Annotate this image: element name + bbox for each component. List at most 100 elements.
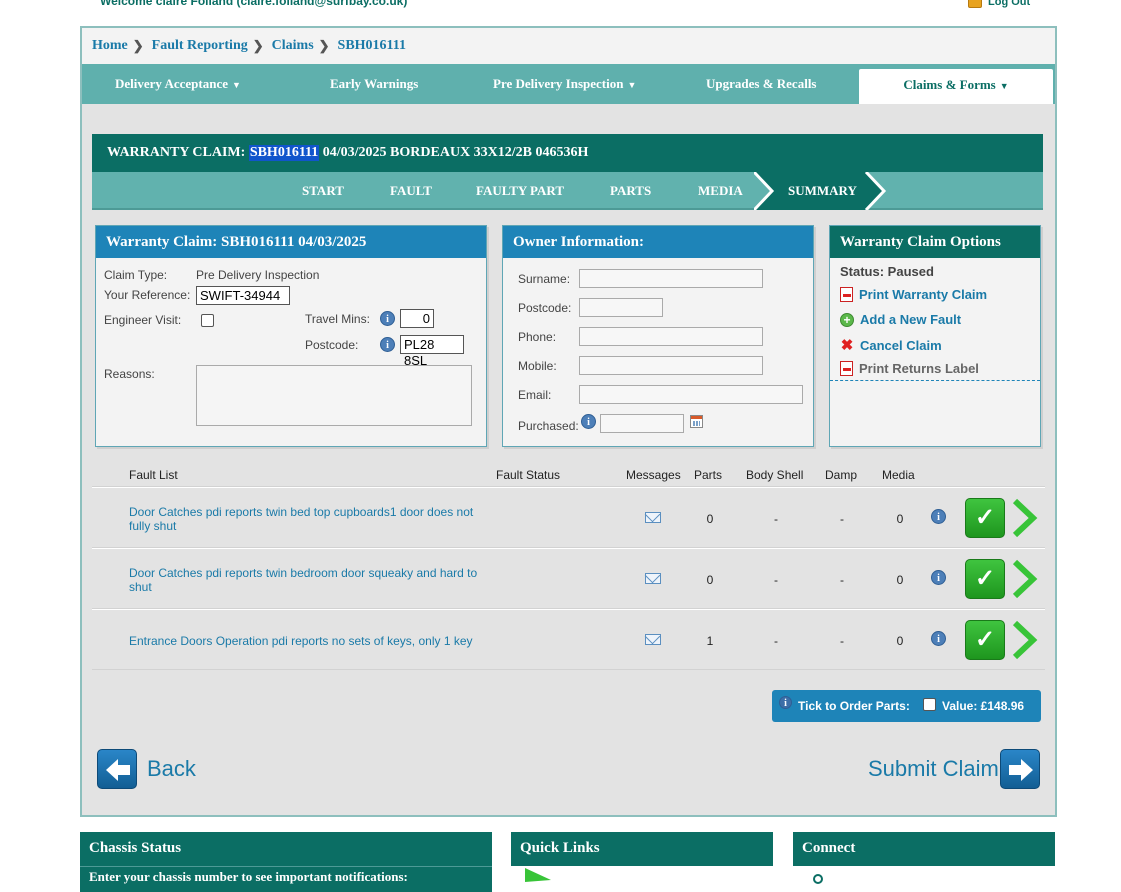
nav-pre-delivery-inspection[interactable]: Pre Delivery Inspection ▼ bbox=[493, 76, 636, 92]
header-messages: Messages bbox=[626, 468, 681, 482]
breadcrumb-fault-reporting[interactable]: Fault Reporting bbox=[152, 38, 248, 54]
owner-panel-title: Owner Information: bbox=[503, 226, 813, 258]
fault-description-link[interactable]: Door Catches pdi reports twin bedroom do… bbox=[129, 566, 479, 594]
step-bar: START FAULT FAULTY PART PARTS MEDIA SUMM… bbox=[92, 172, 1043, 210]
mobile-label: Mobile: bbox=[518, 359, 557, 373]
close-icon: ✖ bbox=[840, 337, 854, 354]
surname-label: Surname: bbox=[518, 272, 571, 286]
plus-icon: + bbox=[840, 312, 854, 327]
order-value: Value: £148.96 bbox=[942, 699, 1025, 713]
calendar-icon[interactable] bbox=[690, 415, 703, 428]
damp-value: - bbox=[840, 634, 844, 648]
surname-input[interactable] bbox=[579, 269, 763, 288]
nav-claims-forms[interactable]: Claims & Forms ▼ bbox=[859, 69, 1053, 104]
check-icon[interactable]: ✓ bbox=[965, 498, 1005, 538]
order-parts-checkbox[interactable] bbox=[923, 698, 936, 711]
cancel-claim-label: Cancel Claim bbox=[860, 337, 942, 353]
cancel-claim-link[interactable]: ✖ Cancel Claim bbox=[840, 336, 942, 354]
add-new-fault-link[interactable]: + Add a New Fault bbox=[840, 312, 961, 327]
info-icon[interactable]: i bbox=[380, 337, 395, 352]
fault-description-link[interactable]: Door Catches pdi reports twin bed top cu… bbox=[129, 505, 479, 533]
info-icon[interactable]: i bbox=[779, 696, 792, 709]
claim-status: Status: Paused bbox=[840, 264, 934, 279]
engineer-visit-label: Engineer Visit: bbox=[104, 313, 182, 327]
travel-mins-label: Travel Mins: bbox=[305, 312, 370, 326]
claim-type-value: Pre Delivery Inspection bbox=[196, 268, 320, 282]
order-parts-box: i Tick to Order Parts: Value: £148.96 bbox=[772, 690, 1041, 722]
back-label[interactable]: Back bbox=[147, 756, 196, 782]
play-icon[interactable] bbox=[525, 868, 555, 882]
back-button[interactable] bbox=[97, 749, 137, 789]
connect-body bbox=[793, 866, 1055, 892]
claim-panel: Warranty Claim: SBH016111 04/03/2025 Cla… bbox=[95, 225, 487, 447]
chassis-status-text: Enter your chassis number to see importa… bbox=[89, 869, 408, 884]
engineer-visit-checkbox[interactable] bbox=[201, 314, 214, 327]
header-fault-status: Fault Status bbox=[496, 468, 561, 482]
logout-label: Log Out bbox=[988, 0, 1031, 8]
media-count: 0 bbox=[896, 512, 904, 526]
nav-early-warnings[interactable]: Early Warnings bbox=[330, 76, 418, 92]
step-media[interactable]: MEDIA bbox=[698, 183, 743, 199]
divider bbox=[830, 380, 1040, 381]
table-row: Door Catches pdi reports twin bed top cu… bbox=[92, 487, 1045, 548]
submit-claim-button[interactable] bbox=[1000, 749, 1040, 789]
step-start[interactable]: START bbox=[302, 183, 344, 199]
quick-links-body bbox=[511, 866, 773, 892]
travel-mins-input[interactable]: 0 bbox=[400, 309, 434, 328]
damp-value: - bbox=[840, 512, 844, 526]
step-fault[interactable]: FAULT bbox=[390, 183, 432, 199]
print-warranty-claim-label: Print Warranty Claim bbox=[859, 287, 988, 302]
table-row: Entrance Doors Operation pdi reports no … bbox=[92, 609, 1045, 670]
step-summary[interactable]: SUMMARY bbox=[788, 183, 857, 199]
envelope-icon[interactable] bbox=[645, 512, 661, 523]
submit-claim-label[interactable]: Submit Claim bbox=[868, 756, 999, 782]
breadcrumb-home[interactable]: Home bbox=[92, 38, 128, 54]
breadcrumb: Home ❯ Fault Reporting ❯ Claims ❯ SBH016… bbox=[82, 28, 1055, 64]
phone-label: Phone: bbox=[518, 330, 557, 344]
chevron-right-icon[interactable] bbox=[1010, 559, 1038, 599]
info-icon[interactable]: i bbox=[380, 311, 395, 326]
breadcrumb-claims[interactable]: Claims bbox=[272, 38, 314, 54]
media-count: 0 bbox=[896, 573, 904, 587]
phone-input[interactable] bbox=[579, 327, 763, 346]
info-icon[interactable]: i bbox=[931, 570, 946, 585]
header-damp: Damp bbox=[825, 468, 858, 482]
mobile-input[interactable] bbox=[579, 356, 763, 375]
nav-upgrades-recalls[interactable]: Upgrades & Recalls bbox=[706, 76, 817, 92]
step-faulty-part[interactable]: FAULTY PART bbox=[476, 183, 564, 199]
check-icon[interactable]: ✓ bbox=[965, 620, 1005, 660]
info-icon[interactable]: i bbox=[581, 414, 596, 429]
body-shell-value: - bbox=[774, 573, 778, 587]
engineer-postcode-input[interactable]: PL28 8SL bbox=[400, 335, 464, 368]
chevron-right-icon: ❯ bbox=[132, 38, 144, 53]
your-reference-input[interactable]: SWIFT-34944 bbox=[196, 286, 290, 305]
chevron-right-icon[interactable] bbox=[1010, 620, 1038, 660]
connect-panel: Connect bbox=[793, 832, 1055, 892]
nav-delivery-acceptance[interactable]: Delivery Acceptance ▼ bbox=[115, 76, 241, 92]
logout-link[interactable]: Log Out bbox=[968, 0, 1030, 8]
step-parts[interactable]: PARTS bbox=[610, 183, 651, 199]
envelope-icon[interactable] bbox=[645, 573, 661, 584]
claim-panel-title: Warranty Claim: SBH016111 04/03/2025 bbox=[96, 226, 486, 258]
print-warranty-claim-link[interactable]: Print Warranty Claim bbox=[840, 287, 987, 302]
fault-description-link[interactable]: Entrance Doors Operation pdi reports no … bbox=[129, 634, 479, 648]
info-icon[interactable]: i bbox=[931, 631, 946, 646]
body-shell-value: - bbox=[774, 512, 778, 526]
owner-postcode-input[interactable] bbox=[579, 298, 663, 317]
print-returns-label-link[interactable]: Print Returns Label bbox=[840, 361, 979, 376]
add-new-fault-label: Add a New Fault bbox=[860, 312, 962, 327]
breadcrumb-current[interactable]: SBH016111 bbox=[338, 38, 406, 54]
header-body-shell: Body Shell bbox=[746, 468, 804, 482]
purchased-date-input[interactable] bbox=[600, 414, 684, 433]
parts-count: 1 bbox=[706, 634, 714, 648]
reasons-textarea[interactable] bbox=[196, 365, 472, 426]
email-input[interactable] bbox=[579, 385, 803, 404]
claim-number: SBH016111 bbox=[248, 145, 320, 161]
chevron-right-icon[interactable] bbox=[1010, 498, 1038, 538]
chevron-right-icon: ❯ bbox=[318, 38, 330, 53]
social-icon[interactable] bbox=[813, 874, 823, 884]
info-icon[interactable]: i bbox=[931, 509, 946, 524]
envelope-icon[interactable] bbox=[645, 634, 661, 645]
media-count: 0 bbox=[896, 634, 904, 648]
check-icon[interactable]: ✓ bbox=[965, 559, 1005, 599]
